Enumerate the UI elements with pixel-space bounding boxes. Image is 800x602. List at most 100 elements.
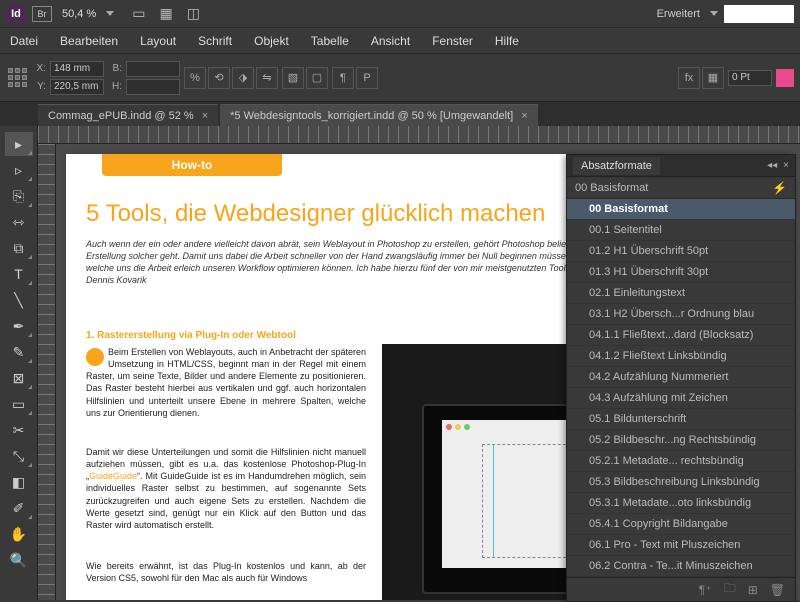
screen-mode-icon[interactable]: ◫	[187, 5, 200, 22]
y-input[interactable]	[50, 79, 104, 95]
bridge-badge[interactable]: Br	[32, 6, 52, 22]
body-text-1: Beim Erstellen von Weblayouts, auch in A…	[86, 346, 366, 419]
collapse-icon[interactable]: ◂◂	[767, 160, 777, 171]
char-icon[interactable]: P	[356, 67, 378, 89]
style-row[interactable]: 05.2 Bildbeschr...ng Rechtsbündig	[567, 430, 795, 451]
reference-point[interactable]	[6, 67, 28, 89]
paragraph-styles-panel[interactable]: Absatzformate ◂◂ × 00 Basisformat ⚡ 00 Bas…	[566, 154, 796, 602]
tools-panel: ▸ ▹ ⎘ ⇿ ⧉ T ╲ ✒ ✎ ⊠ ▭ ✂ ⤡ ◧ ✐ ✋ 🔍	[0, 126, 38, 600]
style-row[interactable]: 05.4.1 Copyright Bildangabe	[567, 514, 795, 535]
menu-fenster[interactable]: Fenster	[432, 34, 473, 48]
style-row[interactable]: 04.3 Aufzählung mit Zeichen	[567, 388, 795, 409]
zoom-dropdown-icon[interactable]	[106, 11, 114, 16]
howto-badge: How-to	[102, 154, 282, 176]
h-input[interactable]	[126, 79, 180, 95]
body-text-2: Damit wir diese Unterteilungen und somit…	[86, 446, 366, 531]
transform-tool[interactable]: ⤡	[5, 444, 33, 468]
style-row[interactable]: 05.3 Bildbeschreibung Linksbündig	[567, 472, 795, 493]
panel-tab[interactable]: Absatzformate	[573, 157, 660, 175]
wrap-icon[interactable]: ▦	[702, 67, 724, 89]
search-input[interactable]	[724, 5, 794, 23]
style-row[interactable]: 01.3 H1 Überschrift 30pt	[567, 262, 795, 283]
close-icon[interactable]: ×	[783, 160, 789, 171]
tab-commag[interactable]: Commag_ePUB.indd @ 52 %×	[38, 104, 218, 126]
flip-h-icon[interactable]: ⇋	[256, 67, 278, 89]
style-row[interactable]: 03.1 H2 Übersch...r Ordnung blau	[567, 304, 795, 325]
pen-tool[interactable]: ✒	[5, 314, 33, 338]
w-input[interactable]	[126, 61, 180, 77]
para-icon[interactable]: ¶	[332, 67, 354, 89]
eyedropper-tool[interactable]: ✐	[5, 496, 33, 520]
gap-tool[interactable]: ⇿	[5, 210, 33, 234]
stroke-weight-input[interactable]	[728, 70, 772, 86]
style-row[interactable]: 06.1 Pro - Text mit Pluszeichen	[567, 535, 795, 556]
h-label: H:	[108, 81, 122, 92]
menu-layout[interactable]: Layout	[140, 34, 176, 48]
view-icons: ▭ ▦ ◫	[132, 5, 200, 22]
style-row[interactable]: 01.2 H1 Überschrift 50pt	[567, 241, 795, 262]
pencil-tool[interactable]: ✎	[5, 340, 33, 364]
style-row[interactable]: 00 Basisformat	[567, 199, 795, 220]
menu-ansicht[interactable]: Ansicht	[371, 34, 410, 48]
arrange-icon[interactable]: ▦	[159, 5, 172, 22]
zoom-tool[interactable]: 🔍	[5, 548, 33, 572]
type-tool[interactable]: T	[5, 262, 33, 286]
style-row[interactable]: 06.2 Contra - Te...it Minuszeichen	[567, 556, 795, 577]
new-style-icon[interactable]: ⊞	[748, 583, 758, 597]
w-label: B:	[108, 63, 122, 74]
zoom-level[interactable]: 50,4 %	[62, 8, 96, 20]
view-mode-icon[interactable]: ▭	[132, 5, 145, 22]
workspace-switcher[interactable]: Erweitert	[657, 8, 700, 20]
direct-selection-tool[interactable]: ▹	[5, 158, 33, 182]
menu-datei[interactable]: Datei	[10, 34, 38, 48]
fill-swatch[interactable]: ▧	[282, 67, 304, 89]
menu-tabelle[interactable]: Tabelle	[311, 34, 349, 48]
close-icon[interactable]: ×	[521, 110, 527, 122]
rotate-icon[interactable]: ⟲	[208, 67, 230, 89]
style-row[interactable]: 05.2.1 Metadate... rechtsbündig	[567, 451, 795, 472]
current-style: 00 Basisformat	[575, 182, 648, 194]
horizontal-ruler[interactable]	[38, 126, 800, 144]
selection-tool[interactable]: ▸	[5, 132, 33, 156]
style-row[interactable]: 00.1 Seitentitel	[567, 220, 795, 241]
stroke-swatch[interactable]: ▢	[306, 67, 328, 89]
effects-icon[interactable]: fx	[678, 67, 700, 89]
page-tool[interactable]: ⎘	[5, 184, 33, 208]
vertical-ruler[interactable]	[38, 144, 56, 600]
shear-icon[interactable]: ⬗	[232, 67, 254, 89]
style-list: 00 Basisformat00.1 Seitentitel01.2 H1 Üb…	[567, 199, 795, 577]
menu-objekt[interactable]: Objekt	[254, 34, 289, 48]
body-text-3: Wie bereits erwähnt, ist das Plug-In kos…	[86, 560, 366, 584]
app-logo: Id	[6, 4, 26, 24]
scissors-tool[interactable]: ✂	[5, 418, 33, 442]
scale-icon[interactable]: %	[184, 67, 206, 89]
gradient-tool[interactable]: ◧	[5, 470, 33, 494]
line-tool[interactable]: ╲	[5, 288, 33, 312]
menu-bearbeiten[interactable]: Bearbeiten	[60, 34, 118, 48]
chevron-down-icon[interactable]	[710, 11, 718, 16]
menu-bar: Datei Bearbeiten Layout Schrift Objekt T…	[0, 28, 800, 54]
style-row[interactable]: 04.2 Aufzählung Nummeriert	[567, 367, 795, 388]
x-input[interactable]	[50, 61, 104, 77]
delete-style-icon[interactable]: 🗑	[770, 583, 785, 597]
top-bar: Id Br 50,4 % ▭ ▦ ◫ Erweitert	[0, 0, 800, 28]
guideguide-link: GuideGuide	[89, 471, 137, 481]
content-collector-tool[interactable]: ⧉	[5, 236, 33, 260]
quick-apply-icon[interactable]: ⚡	[772, 181, 787, 195]
menu-schrift[interactable]: Schrift	[198, 34, 232, 48]
style-row[interactable]: 04.1.1 Fließtext...dard (Blocksatz)	[567, 325, 795, 346]
hand-tool[interactable]: ✋	[5, 522, 33, 546]
tab-webdesigntools[interactable]: *5 Webdesigntools_korrigiert.indd @ 50 %…	[220, 104, 538, 126]
style-row[interactable]: 02.1 Einleitungstext	[567, 283, 795, 304]
rectangle-tool[interactable]: ▭	[5, 392, 33, 416]
close-icon[interactable]: ×	[202, 110, 208, 122]
color-swatch-icon[interactable]	[776, 69, 794, 87]
clear-override-icon[interactable]: ¶⁺	[699, 583, 712, 597]
x-label: X:	[32, 63, 46, 74]
style-row[interactable]: 05.1 Bildunterschrift	[567, 409, 795, 430]
menu-hilfe[interactable]: Hilfe	[495, 34, 519, 48]
style-row[interactable]: 05.3.1 Metadate...oto linksbündig	[567, 493, 795, 514]
rectangle-frame-tool[interactable]: ⊠	[5, 366, 33, 390]
new-group-icon[interactable]: 🗀	[724, 579, 736, 600]
style-row[interactable]: 04.1.2 Fließtext Linksbündig	[567, 346, 795, 367]
